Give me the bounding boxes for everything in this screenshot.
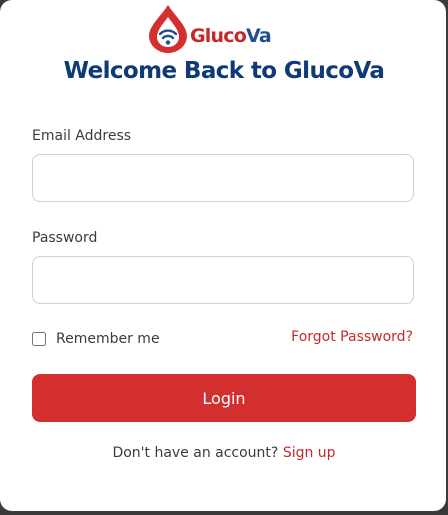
signup-link[interactable]: Sign up [283,445,336,461]
signup-prompt-text: Don't have an account? [112,445,279,461]
email-field[interactable] [32,154,414,202]
glucova-logo: GlucoVa [148,4,288,54]
login-card: GlucoVa Welcome Back to GlucoVa Email Ad… [0,0,446,511]
password-field[interactable] [32,256,414,304]
remember-me[interactable]: Remember me [32,331,160,347]
logo-text-gluco: Gluco [190,25,247,47]
login-button[interactable]: Login [32,374,416,422]
logo-text-va: Va [245,25,272,47]
remember-me-label[interactable]: Remember me [56,331,160,347]
signup-prompt: Don't have an account? Sign up [0,445,448,461]
blood-drop-wifi-icon [149,5,187,53]
remember-me-checkbox[interactable] [32,332,46,346]
password-label: Password [32,230,98,246]
page-title: Welcome Back to GlucoVa [63,58,385,84]
logo-wordmark: GlucoVa [190,25,272,47]
email-label: Email Address [32,128,132,144]
forgot-password-link[interactable]: Forgot Password? [291,329,413,345]
